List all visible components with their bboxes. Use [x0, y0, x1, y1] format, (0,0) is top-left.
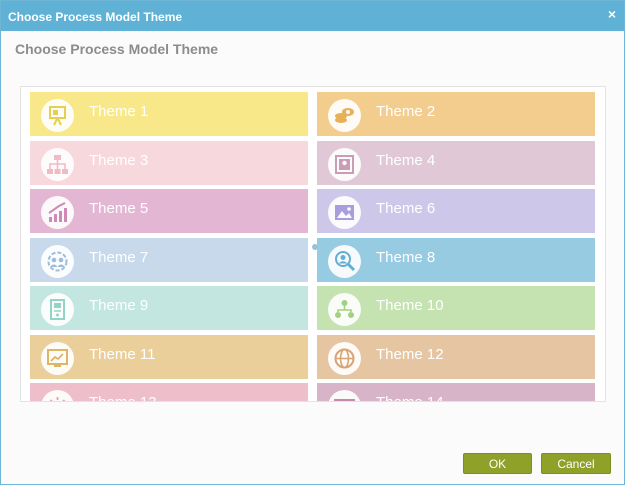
globe-icon: [328, 341, 361, 375]
id-card-icon: [328, 390, 361, 401]
growth-chart-icon: [41, 196, 74, 229]
theme-label: Theme 4: [376, 151, 436, 169]
person-search-icon: [328, 244, 361, 278]
theme-tile-11[interactable]: Theme 11: [30, 334, 308, 379]
theme-tile-13[interactable]: Theme 13: [30, 383, 308, 401]
theme-label: Theme 1: [89, 103, 149, 120]
image-icon: [328, 196, 361, 229]
org-chart-icon: [41, 147, 74, 181]
dialog-heading: Choose Process Model Theme: [15, 41, 219, 57]
dashboard-monitor-icon: [41, 341, 74, 375]
network-icon: [328, 293, 361, 326]
theme-tile-2[interactable]: Theme 2: [317, 92, 595, 136]
theme-tile-3[interactable]: Theme 3: [30, 140, 308, 185]
ok-button[interactable]: OK: [463, 453, 532, 474]
coin-stack-icon: [328, 99, 361, 132]
picture-frame-icon: [328, 147, 361, 181]
theme-label: Theme 11: [89, 345, 156, 363]
theme-label: Theme 5: [89, 200, 149, 217]
theme-tile-12[interactable]: Theme 12: [317, 334, 595, 379]
theme-label: Theme 7: [89, 248, 149, 266]
theme-label: Theme 8: [376, 248, 436, 266]
theme-label: Theme 2: [376, 103, 436, 120]
close-icon[interactable]: ×: [608, 7, 616, 21]
theme-label: Theme 12: [376, 345, 444, 363]
theme-label: Theme 6: [376, 200, 436, 217]
theme-tile-6[interactable]: Theme 6: [317, 189, 595, 233]
sun-icon: [41, 390, 74, 401]
team-target-icon: [41, 244, 74, 278]
theme-label: Theme 3: [89, 151, 149, 169]
scroll-indicator: [312, 244, 318, 250]
theme-dialog: Choose Process Model Theme × Choose Proc…: [0, 0, 625, 485]
theme-tile-5[interactable]: Theme 5: [30, 189, 308, 233]
theme-tile-14[interactable]: Theme 14: [317, 383, 595, 401]
theme-tile-7[interactable]: Theme 7: [30, 237, 308, 282]
cancel-button[interactable]: Cancel: [541, 453, 611, 474]
theme-tile-8[interactable]: Theme 8: [317, 237, 595, 282]
theme-label: Theme 10: [376, 297, 444, 314]
theme-tile-9[interactable]: Theme 9: [30, 286, 308, 330]
theme-label: Theme 9: [89, 297, 149, 314]
theme-tile-10[interactable]: Theme 10: [317, 286, 595, 330]
document-icon: [41, 293, 74, 326]
theme-tile-4[interactable]: Theme 4: [317, 140, 595, 185]
theme-label: Theme 13: [89, 394, 157, 401]
theme-tile-1[interactable]: Theme 1: [30, 92, 308, 136]
dialog-title: Choose Process Model Theme: [8, 10, 183, 24]
theme-label: Theme 14: [376, 394, 444, 401]
presentation-board-icon: [41, 99, 74, 132]
dialog-titlebar: Choose Process Model Theme ×: [1, 1, 624, 31]
